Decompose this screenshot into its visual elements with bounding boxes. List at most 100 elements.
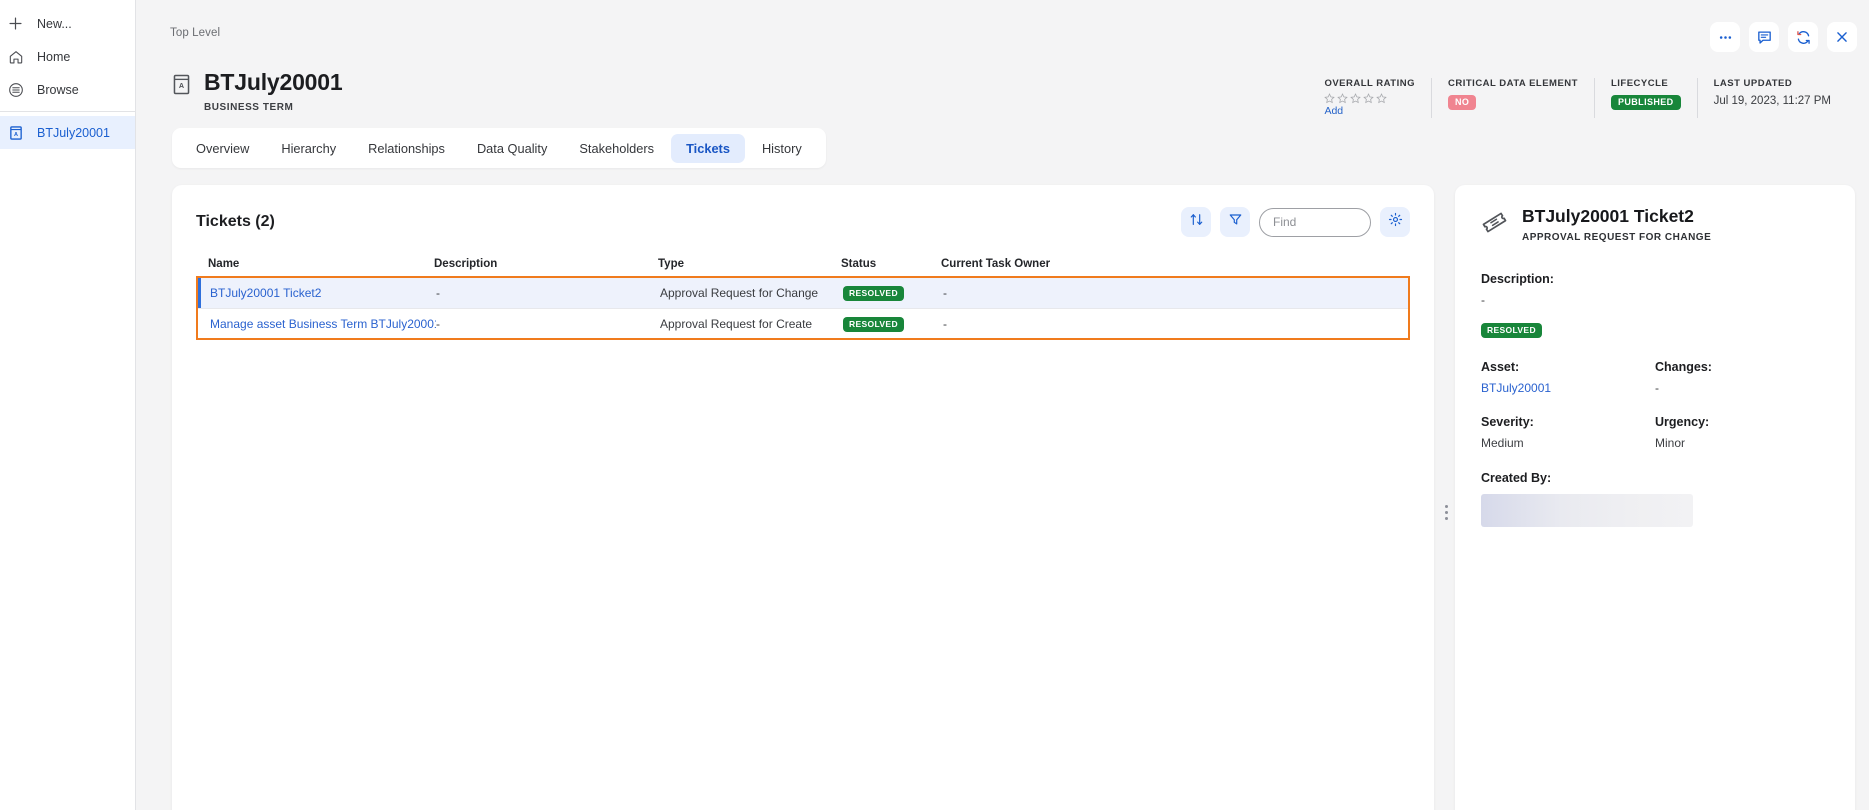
breadcrumb[interactable]: Top Level xyxy=(170,27,220,39)
grip-dot xyxy=(1444,516,1448,520)
asset-changes-row: Asset: BTJuly20001 Changes: - xyxy=(1481,360,1829,395)
sidebar-item-browse[interactable]: Browse xyxy=(0,73,135,106)
column-header-name[interactable]: Name xyxy=(196,258,434,270)
ticket-details-header: BTJuly20001 Ticket2 APPROVAL REQUEST FOR… xyxy=(1481,206,1829,244)
ticket-details-subtitle: APPROVAL REQUEST FOR CHANGE xyxy=(1522,232,1712,244)
ticket-type: Approval Request for Change xyxy=(660,286,819,300)
table-row[interactable]: Manage asset Business Term BTJuly20001 -… xyxy=(198,308,1408,338)
tab-hierarchy[interactable]: Hierarchy xyxy=(266,134,351,163)
severity-block: Severity: Medium xyxy=(1481,415,1655,450)
ticket-details-title: BTJuly20001 Ticket2 xyxy=(1522,206,1694,226)
tab-overview[interactable]: Overview xyxy=(181,134,264,163)
sidebar-item-label: New... xyxy=(37,16,72,31)
star-icon[interactable] xyxy=(1337,93,1349,104)
home-icon xyxy=(6,47,25,66)
plus-icon xyxy=(6,14,25,33)
sidebar-item-label: Browse xyxy=(37,82,79,97)
star-icon[interactable] xyxy=(1376,93,1388,104)
table-row[interactable]: BTJuly20001 Ticket2 - Approval Request f… xyxy=(198,278,1408,308)
ticket-name-link[interactable]: BTJuly20001 Ticket2 xyxy=(198,286,436,300)
critical-data-element-block: CRITICAL DATA ELEMENT NO xyxy=(1431,78,1594,118)
sidebar-item-new[interactable]: New... xyxy=(0,7,135,40)
ticket-description: - xyxy=(436,316,440,331)
last-updated-block: LAST UPDATED Jul 19, 2023, 11:27 PM xyxy=(1696,78,1847,118)
severity-value: Medium xyxy=(1481,436,1524,451)
critical-data-element-label: CRITICAL DATA ELEMENT xyxy=(1448,78,1578,89)
filter-button[interactable] xyxy=(1220,207,1250,237)
application-window: New... Home Browse A BTJuly20001 Top Lev… xyxy=(0,0,1869,810)
lifecycle-label: LIFECYCLE xyxy=(1610,78,1669,89)
page-title: BTJuly20001 xyxy=(204,69,343,95)
urgency-value: Minor xyxy=(1655,436,1686,451)
severity-urgency-row: Severity: Medium Urgency: Minor xyxy=(1481,415,1829,450)
star-icon[interactable] xyxy=(1350,93,1362,104)
star-icon[interactable] xyxy=(1363,93,1375,104)
tickets-toolbar xyxy=(1181,207,1410,237)
settings-button[interactable] xyxy=(1380,207,1410,237)
comments-icon xyxy=(1756,29,1773,46)
status-badge: RESOLVED xyxy=(843,316,904,332)
tab-stakeholders[interactable]: Stakeholders xyxy=(564,134,669,163)
tab-history[interactable]: History xyxy=(747,134,817,163)
refresh-button[interactable] xyxy=(1788,22,1818,52)
tab-data-quality[interactable]: Data Quality xyxy=(462,134,562,163)
tab-tickets[interactable]: Tickets xyxy=(671,133,745,163)
column-header-current-task-owner[interactable]: Current Task Owner xyxy=(941,258,1161,270)
rating-stars[interactable] xyxy=(1324,93,1415,104)
close-button[interactable] xyxy=(1827,22,1857,52)
grip-dot xyxy=(1444,510,1448,514)
lifecycle-block: LIFECYCLE PUBLISHED xyxy=(1593,78,1697,118)
panel-resize-handle[interactable] xyxy=(1441,500,1451,524)
more-options-icon xyxy=(1717,29,1734,46)
created-by-label: Created By: xyxy=(1481,471,1552,486)
asset-metadata-bar: OVERALL RATING Add CRITICAL DATA ELEMENT… xyxy=(1308,78,1847,120)
svg-text:A: A xyxy=(179,81,185,90)
tickets-panel-header: Tickets (2) xyxy=(172,185,1434,237)
urgency-block: Urgency: Minor xyxy=(1655,415,1829,450)
tab-relationships[interactable]: Relationships xyxy=(353,134,460,163)
add-rating-link[interactable]: Add xyxy=(1324,105,1415,117)
sidebar-item-home[interactable]: Home xyxy=(0,40,135,73)
left-sidebar: New... Home Browse A BTJuly20001 xyxy=(0,0,136,810)
grip-dot xyxy=(1444,504,1448,508)
more-options-button[interactable] xyxy=(1710,22,1740,52)
svg-text:A: A xyxy=(14,132,18,138)
column-header-description[interactable]: Description xyxy=(434,258,658,270)
tickets-title: Tickets (2) xyxy=(196,213,275,230)
ticket-status: RESOLVED xyxy=(843,285,943,301)
sort-icon xyxy=(1189,212,1204,232)
ticket-status: RESOLVED xyxy=(843,316,943,332)
comments-button[interactable] xyxy=(1749,22,1779,52)
asset-label: Asset: xyxy=(1481,360,1520,375)
created-by-loading-placeholder xyxy=(1481,494,1693,528)
sort-button[interactable] xyxy=(1181,207,1211,237)
created-by-block: Created By: xyxy=(1481,471,1829,528)
table-header-row: Name Description Type Status Current Tas… xyxy=(196,258,1410,278)
search-input[interactable] xyxy=(1259,207,1371,237)
gear-icon xyxy=(1388,212,1403,232)
changes-label: Changes: xyxy=(1655,360,1712,375)
filter-icon xyxy=(1228,212,1243,232)
critical-data-element-badge: NO xyxy=(1448,95,1477,110)
urgency-label: Urgency: xyxy=(1655,415,1710,430)
asset-value-link[interactable]: BTJuly20001 xyxy=(1481,381,1655,395)
tickets-table-highlight: BTJuly20001 Ticket2 - Approval Request f… xyxy=(196,276,1410,340)
asset-header: A BTJuly20001 BUSINESS TERM xyxy=(172,69,343,113)
changes-block: Changes: - xyxy=(1655,360,1829,395)
ticket-description: - xyxy=(436,286,440,300)
changes-value: - xyxy=(1655,381,1659,396)
ticket-owner: - xyxy=(943,286,947,300)
sidebar-item-btjuly20001[interactable]: A BTJuly20001 xyxy=(0,116,135,149)
asset-block: Asset: BTJuly20001 xyxy=(1481,360,1655,395)
business-term-icon: A xyxy=(6,123,25,142)
last-updated-value: Jul 19, 2023, 11:27 PM xyxy=(1713,95,1831,107)
star-icon[interactable] xyxy=(1324,93,1336,104)
column-header-type[interactable]: Type xyxy=(658,258,841,270)
sidebar-item-label: BTJuly20001 xyxy=(37,125,110,140)
overall-rating-block: OVERALL RATING Add xyxy=(1308,78,1431,118)
column-header-status[interactable]: Status xyxy=(841,258,941,270)
status-badge: RESOLVED xyxy=(1481,323,1542,339)
overall-rating-label: OVERALL RATING xyxy=(1324,78,1416,89)
description-block: Description: - xyxy=(1481,272,1829,307)
ticket-name-link[interactable]: Manage asset Business Term BTJuly20001 xyxy=(198,317,436,331)
